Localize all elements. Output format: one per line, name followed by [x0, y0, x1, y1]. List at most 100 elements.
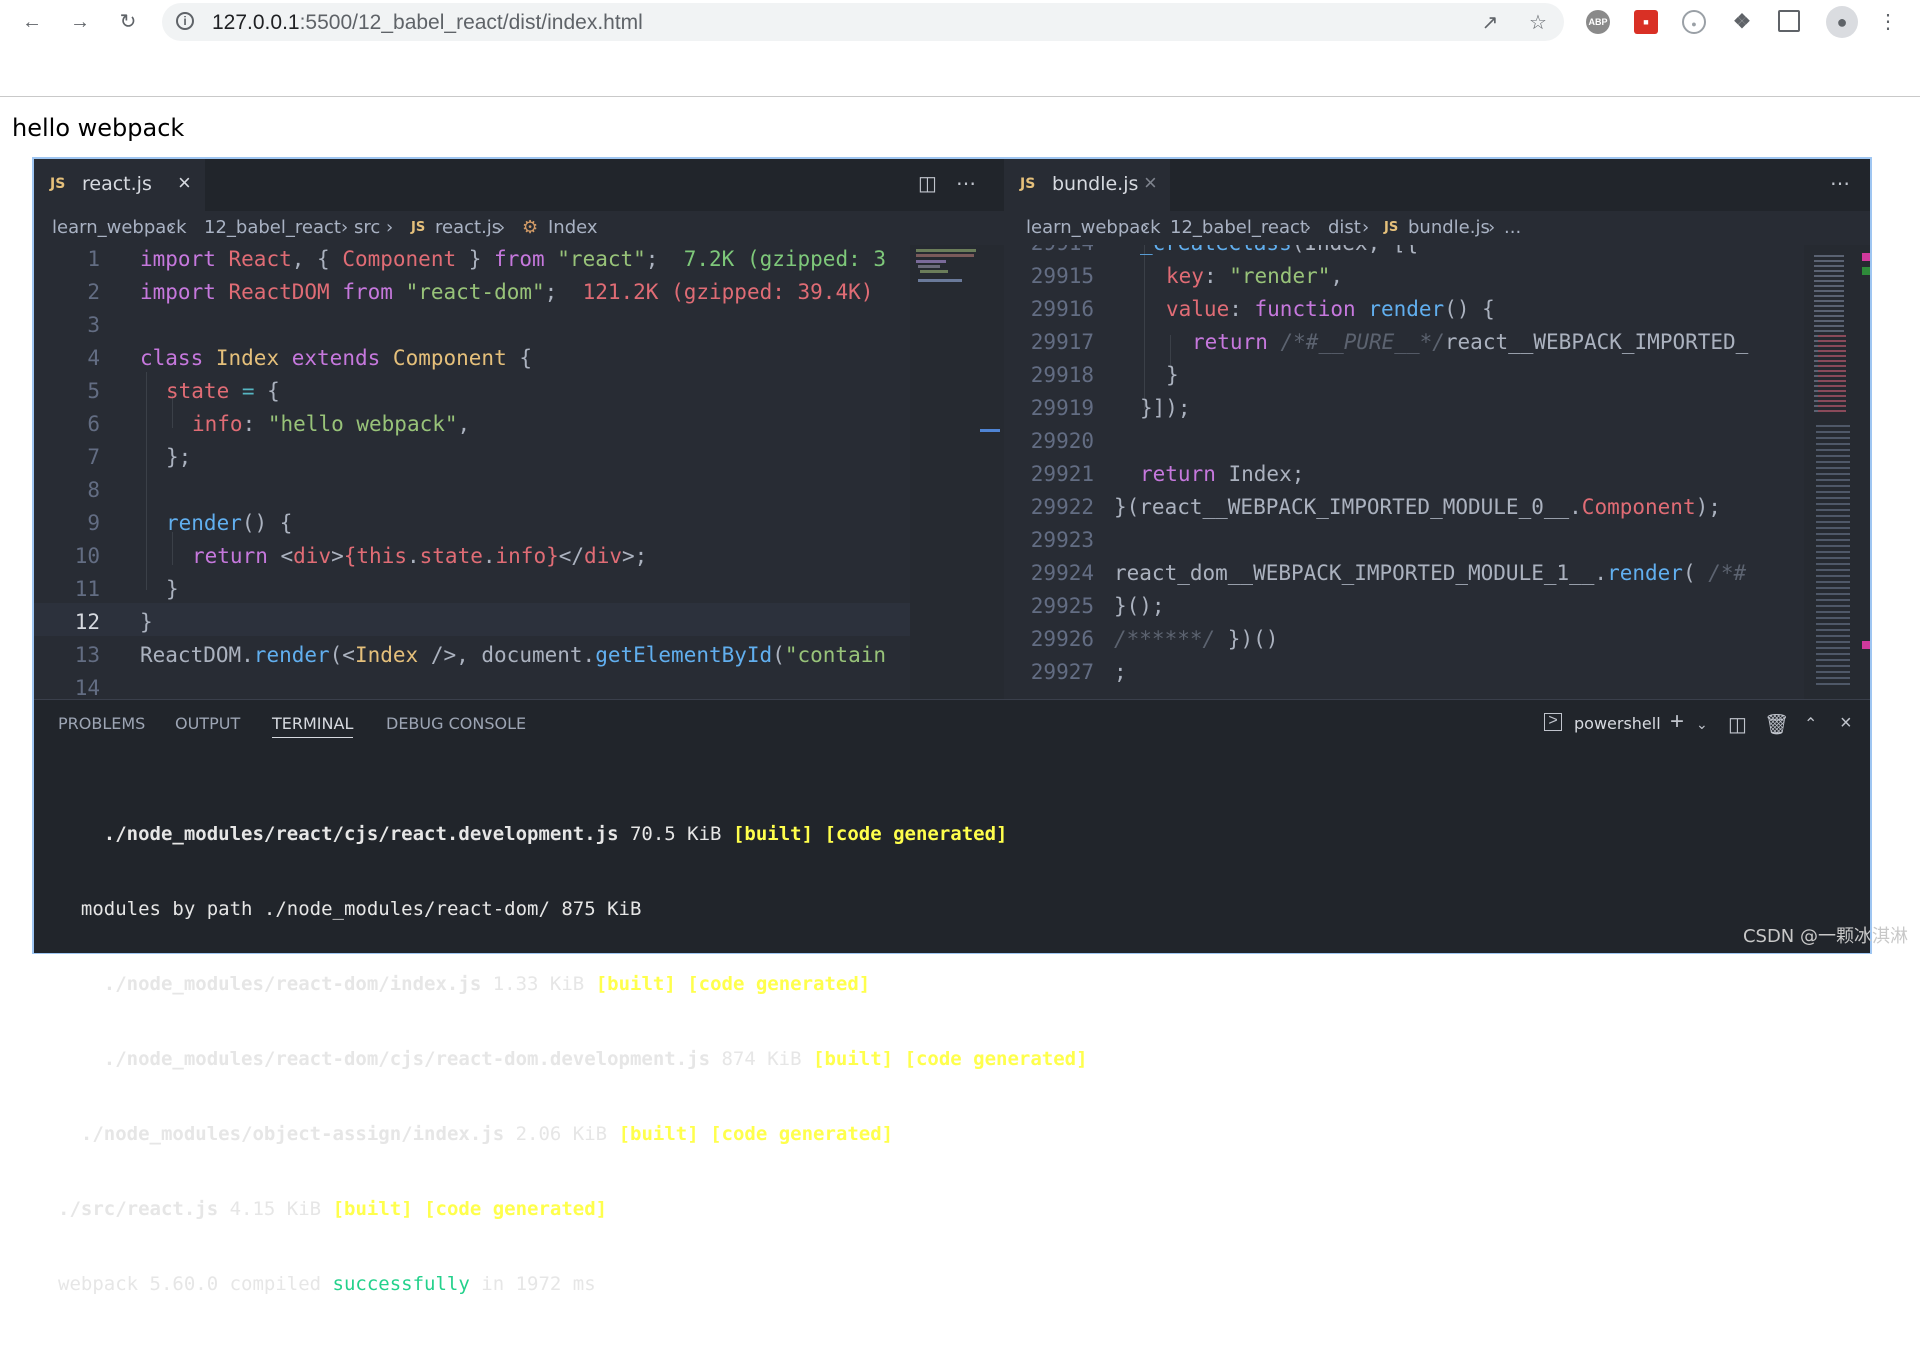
code-line: _createClass(Index, [{ — [1140, 245, 1418, 255]
trash-icon[interactable]: 🗑 — [1764, 712, 1789, 737]
terminal-line: webpack 5.60.0 compiled successfully in … — [58, 1273, 596, 1295]
breadcrumb-item[interactable]: 12_babel_react — [204, 217, 341, 238]
js-file-icon: JS — [1020, 176, 1036, 192]
line-number: 7 — [87, 445, 100, 469]
minimap-marker — [1862, 253, 1870, 261]
line-number: 14 — [74, 676, 100, 699]
adblock-extension-icon[interactable]: ■ — [1634, 10, 1658, 34]
more-actions-icon[interactable]: ⋯ — [1830, 171, 1850, 196]
line-number: 29926 — [1030, 627, 1094, 651]
left-tab-bar: JS react.js × ◫ ⋯ — [34, 159, 1004, 211]
reload-icon[interactable]: ↻ — [114, 8, 142, 36]
tab-problems[interactable]: PROBLEMS — [58, 714, 145, 733]
terminal-line: modules by path ./node_modules/react-dom… — [80, 898, 642, 920]
code-line: ReactDOM.render(<Index />, document.getE… — [140, 643, 887, 667]
code-line: } — [1166, 363, 1179, 387]
tab-output[interactable]: OUTPUT — [175, 714, 240, 733]
browser-toolbar: ← → ↻ i 127.0.0.1:5500/12_babel_react/di… — [0, 0, 1920, 44]
close-tab-icon[interactable]: × — [178, 170, 191, 196]
terminal-shell-icon: > — [1544, 713, 1562, 731]
breadcrumb-item[interactable]: bundle.js — [1408, 217, 1490, 238]
right-code-area[interactable]: 29914 29915 29916 29917 29918 29919 2992… — [1004, 245, 1804, 699]
tab-debug-console[interactable]: DEBUG CONSOLE — [386, 714, 526, 733]
line-number: 29920 — [1030, 429, 1094, 453]
line-number: 29925 — [1030, 594, 1094, 618]
left-code-area[interactable]: 1 2 3 4 5 6 7 8 9 10 11 12 13 14 import … — [34, 245, 910, 699]
bookmark-star-icon[interactable]: ☆ — [1526, 11, 1550, 35]
right-minimap[interactable] — [1804, 245, 1870, 699]
chevron-down-icon[interactable]: ⌄ — [1696, 716, 1708, 733]
line-number: 29924 — [1030, 561, 1094, 585]
code-line: return Index; — [1140, 462, 1305, 486]
code-line: }]); — [1140, 396, 1191, 420]
abp-extension-icon[interactable]: ABP — [1586, 10, 1610, 34]
minimap-scroll-marker — [980, 429, 1000, 432]
code-line: /******/ })() — [1114, 627, 1279, 651]
line-number: 10 — [74, 544, 100, 568]
line-number: 2 — [87, 280, 100, 304]
url-text[interactable]: 127.0.0.1:5500/12_babel_react/dist/index… — [212, 11, 643, 35]
breadcrumb-item[interactable]: learn_webpack — [1026, 217, 1161, 238]
page-body-text: hello webpack — [12, 114, 185, 142]
minimap-marker — [1862, 267, 1870, 275]
js-file-icon: JS — [411, 220, 426, 235]
address-bar[interactable]: i 127.0.0.1:5500/12_babel_react/dist/ind… — [162, 3, 1564, 41]
color-picker-icon[interactable]: ● — [1682, 10, 1706, 34]
chevron-right-icon: › — [386, 217, 394, 238]
left-breadcrumb: learn_webpack › 12_babel_react › src › J… — [34, 211, 1004, 245]
class-symbol-icon: ⚙ — [522, 217, 539, 238]
line-number: 29923 — [1030, 528, 1094, 552]
line-number: 29915 — [1030, 264, 1094, 288]
indent-guide — [1144, 245, 1145, 409]
breadcrumb-item[interactable]: react.js — [435, 217, 501, 238]
close-panel-icon[interactable]: × — [1840, 712, 1852, 735]
line-number: 29921 — [1030, 462, 1094, 486]
line-number: 12 — [74, 610, 100, 634]
side-panel-icon[interactable] — [1778, 10, 1800, 32]
close-tab-icon[interactable]: × — [1144, 170, 1157, 196]
chevron-right-icon: › — [341, 217, 349, 238]
browser-divider — [0, 96, 1920, 97]
right-tab-bar: JS bundle.js × ⋯ — [1004, 159, 1870, 211]
current-line-highlight — [34, 603, 910, 636]
tab-react-js[interactable]: JS react.js × — [34, 159, 205, 211]
new-terminal-icon[interactable]: + — [1670, 708, 1684, 736]
line-number: 9 — [87, 511, 100, 535]
code-line: state = { — [166, 379, 280, 403]
code-line: import React, { Component } from "react"… — [140, 247, 887, 271]
line-number: 29919 — [1030, 396, 1094, 420]
tab-terminal[interactable]: TERMINAL — [272, 714, 354, 738]
terminal-output[interactable]: ./node_modules/react/cjs/react.developme… — [58, 772, 1088, 1347]
breadcrumb-item[interactable]: ... — [1504, 217, 1521, 238]
breadcrumb-item[interactable]: src — [354, 217, 380, 238]
breadcrumb-item[interactable]: dist — [1328, 217, 1361, 238]
js-file-icon: JS — [50, 176, 66, 192]
left-minimap[interactable] — [910, 245, 1004, 699]
right-breadcrumb: learn_webpack › 12_babel_react › dist › … — [1004, 211, 1870, 245]
terminal-shell-name[interactable]: powershell — [1574, 714, 1661, 733]
code-line: ; — [1114, 660, 1127, 684]
profile-avatar-icon[interactable]: ● — [1826, 6, 1858, 38]
back-icon[interactable]: ← — [18, 8, 46, 36]
more-actions-icon[interactable]: ⋯ — [956, 171, 976, 196]
site-info-icon[interactable]: i — [176, 12, 194, 30]
chevron-up-icon[interactable]: ⌃ — [1804, 714, 1817, 734]
tab-bundle-js[interactable]: JS bundle.js × — [1004, 159, 1170, 211]
forward-icon[interactable]: → — [66, 8, 94, 36]
line-number: 13 — [74, 643, 100, 667]
split-editor-icon[interactable]: ◫ — [918, 171, 937, 196]
chevron-right-icon: › — [1362, 217, 1370, 238]
split-terminal-icon[interactable]: ◫ — [1728, 712, 1747, 737]
code-line: } — [166, 577, 179, 601]
terminal-line: ./node_modules/object-assign/index.js 2.… — [80, 1123, 894, 1145]
breadcrumb-item[interactable]: Index — [548, 217, 598, 238]
breadcrumb-item[interactable]: learn_webpack — [52, 217, 187, 238]
code-line: }(react__WEBPACK_IMPORTED_MODULE_0__.Com… — [1114, 495, 1721, 519]
code-line: return <div>{this.state.info}</div>; — [192, 544, 648, 568]
extensions-puzzle-icon[interactable]: ❖ — [1730, 10, 1754, 34]
breadcrumb-item[interactable]: 12_babel_react — [1170, 217, 1307, 238]
code-line: value: function render() { — [1166, 297, 1495, 321]
share-icon[interactable]: ↗ — [1478, 11, 1502, 35]
menu-kebab-icon[interactable]: ⋮ — [1874, 8, 1902, 36]
chevron-right-icon: › — [168, 217, 176, 238]
